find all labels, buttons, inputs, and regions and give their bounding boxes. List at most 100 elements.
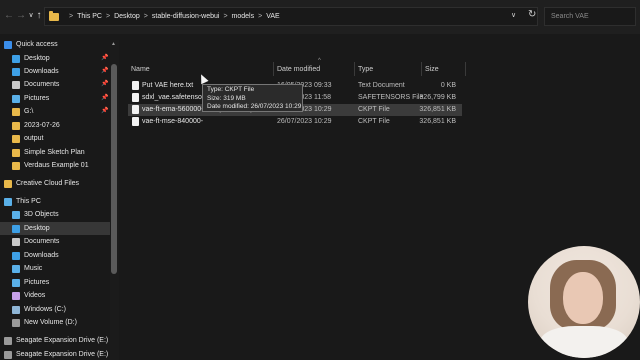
file-icon [132,93,139,102]
video-icon [12,291,20,300]
column-header-size[interactable]: Size [425,66,439,73]
file-type: SAFETENSORS File [358,94,424,101]
sidebar-item[interactable]: Documents [0,235,110,248]
tooltip-type: Type: CKPT File [207,86,255,93]
address-toolbar: ← → ∨ ↑ > This PC > Desktop > stable-dif… [0,0,640,34]
sidebar-item[interactable]: New Volume (D:) [0,316,110,329]
folder-icon [12,148,20,157]
sidebar-item-label: Pictures [24,95,50,102]
pin-icon: 📌 [101,68,109,74]
file-type: Text Document [358,82,405,89]
file-size: 326,799 KB [419,94,456,101]
star-icon [4,40,12,49]
column-divider[interactable] [465,62,466,76]
sidebar-item[interactable]: Pictures 📌 [0,92,110,105]
column-divider[interactable] [354,62,355,76]
file-icon [132,117,139,126]
picture-icon [12,278,20,287]
file-name: vae-ft-mse-840000- [142,118,204,125]
sidebar-item[interactable]: Seagate Expansion Drive (E:) [0,334,110,347]
file-date: 26/07/2023 10:29 [277,118,332,125]
file-info-tooltip: Type: CKPT File Size: 319 MB Date modifi… [202,84,303,112]
file-type: CKPT File [358,106,390,113]
breadcrumb-this-pc[interactable]: This PC [77,13,102,20]
sidebar-item-label: Quick access [16,41,58,48]
chevron-right-icon[interactable]: > [106,13,110,20]
sidebar-item[interactable]: This PC [0,195,110,208]
sidebar-item[interactable]: Downloads [0,249,110,262]
sidebar-item-label: Seagate Expansion Drive (E:) [16,337,109,344]
webcam-overlay [528,246,640,358]
sidebar-item[interactable]: Downloads 📌 [0,65,110,78]
sidebar-item[interactable]: Pictures [0,276,110,289]
sidebar-item[interactable]: Quick access [0,38,110,51]
sidebar-item[interactable]: Simple Sketch Plan [0,146,110,159]
back-arrow-icon[interactable]: ← [3,9,15,23]
file-row[interactable]: vae-ft-mse-840000- 26/07/2023 10:29 CKPT F… [128,116,462,128]
breadcrumb-models[interactable]: models [232,13,255,20]
refresh-icon[interactable]: ↻ [528,9,536,20]
sidebar-item[interactable]: Desktop [0,222,110,235]
sidebar-item[interactable]: G:\ 📌 [0,105,110,118]
pin-icon: 📌 [101,95,109,101]
picture-icon [12,94,20,103]
chevron-right-icon[interactable]: > [258,13,262,20]
sidebar-item[interactable]: 3D Objects [0,208,110,221]
navigation-pane: Quick access Desktop 📌 Downloads 📌 Documents 📌… [0,34,110,360]
column-header-type[interactable]: Type [358,66,373,73]
column-divider[interactable] [273,62,274,76]
sidebar-item[interactable]: Seagate Expansion Drive (E:) [0,348,110,360]
sidebar-item[interactable]: 2023-07-26 [0,119,110,132]
file-size: 326,851 KB [419,118,456,125]
sidebar-item-label: Documents [24,81,60,88]
pin-icon: 📌 [101,108,109,114]
breadcrumb-desktop[interactable]: Desktop [114,13,140,20]
scroll-up-icon[interactable]: ▲ [111,41,116,47]
sidebar-item[interactable]: Documents 📌 [0,78,110,91]
folder-icon [12,161,20,170]
column-divider[interactable] [421,62,422,76]
sidebar-item-label: This PC [16,198,41,205]
folder-icon [12,107,20,116]
address-history-dropdown-icon[interactable]: ∨ [511,11,516,19]
search-input[interactable]: Search VAE [544,7,636,26]
file-size: 0 KB [440,82,456,89]
download-icon [12,67,20,76]
file-icon [132,105,139,114]
sidebar-item[interactable]: Videos [0,289,110,302]
address-field[interactable]: > This PC > Desktop > stable-diffusion-w… [44,7,538,26]
sidebar-item-label: 3D Objects [24,211,59,218]
sidebar-item[interactable]: Verdaus Example 01 [0,159,110,172]
breadcrumb-vae[interactable]: VAE [266,13,280,20]
column-header-date-modified[interactable]: Date modified [277,66,320,73]
sidebar-item-label: Pictures [24,279,50,286]
document-icon [12,237,20,246]
navigation-pane-scroll-thumb[interactable] [111,64,117,274]
file-name: sdxl_vae.safetensors [142,94,208,101]
chevron-right-icon[interactable]: > [223,13,227,20]
sidebar-item[interactable]: Desktop 📌 [0,52,110,65]
presenter-shirt [540,326,628,358]
sidebar-item[interactable]: Creative Cloud Files [0,177,110,190]
drive-icon [12,318,20,327]
sidebar-item-label: output [24,135,44,142]
column-header-name[interactable]: Name [131,66,150,73]
sidebar-item[interactable]: Music [0,262,110,275]
desktop-icon [12,224,20,233]
file-type: CKPT File [358,118,390,125]
file-size: 326,851 KB [419,106,456,113]
sidebar-item-label: Simple Sketch Plan [24,149,85,156]
sidebar-item-label: Documents [24,238,60,245]
sidebar-item-label: Videos [24,292,46,299]
folder-icon [49,10,59,21]
sidebar-item-label: Seagate Expansion Drive (E:) [16,351,109,358]
chevron-right-icon: > [69,13,74,20]
pin-icon: 📌 [101,55,109,61]
breadcrumb-stable-diffusion-webui[interactable]: stable-diffusion-webui [152,13,220,20]
folder-icon [12,121,20,130]
sidebar-item-label: 2023-07-26 [24,122,60,129]
drive-icon [12,305,20,314]
sidebar-item[interactable]: Windows (C:) [0,303,110,316]
sidebar-item[interactable]: output [0,132,110,145]
chevron-right-icon[interactable]: > [144,13,148,20]
